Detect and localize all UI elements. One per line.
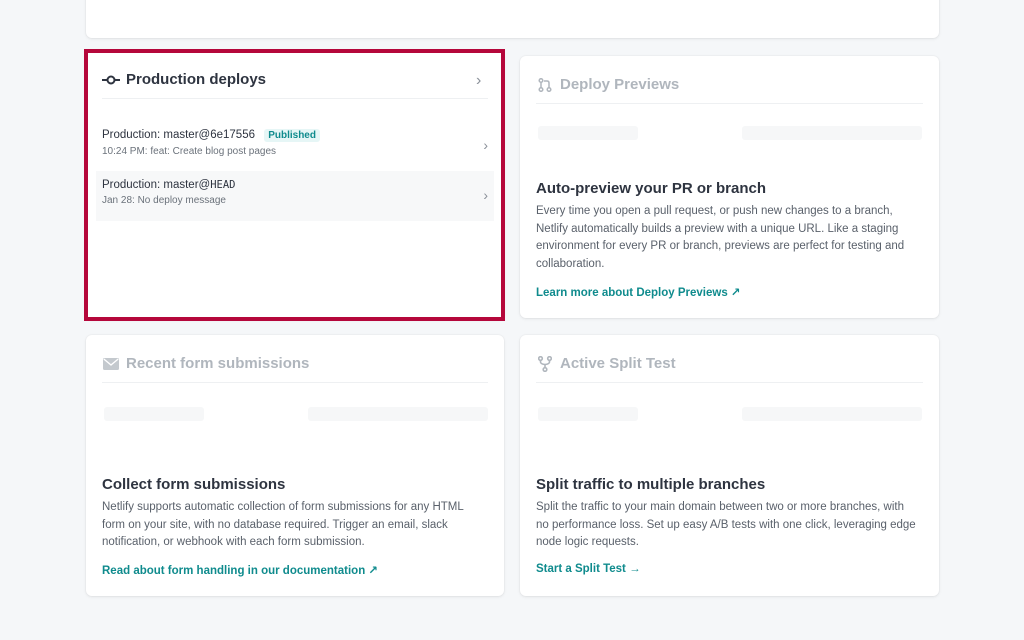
deploy-row[interactable]: Production: master@HEAD Jan 28: No deplo… [96,171,494,221]
split-test-card: Active Split Test Split traffic to multi… [520,335,939,596]
split-test-heading: Split traffic to multiple branches [536,476,766,493]
form-submissions-title: Recent form submissions [126,355,310,372]
top-card [86,0,939,38]
split-test-description: Split the traffic to your main domain be… [536,501,916,548]
skeleton-bar [538,407,638,421]
status-badge: Published [264,129,320,142]
form-handling-link[interactable]: Read about form handling in our document… [102,563,378,577]
form-submissions-description: Netlify supports automatic collection of… [102,501,464,548]
deploy-previews-header: Deploy Previews [536,74,923,104]
production-deploys-title: Production deploys [126,71,267,88]
deploy-label: Production: [102,129,161,141]
envelope-icon [102,356,120,372]
skeleton-bar [742,407,922,421]
deploy-ref-head: HEAD [210,179,236,191]
deploy-previews-heading: Auto-preview your PR or branch [536,180,767,197]
deploy-row[interactable]: Production: master@6e17556 Published 10:… [96,121,494,171]
deploy-ref: master@6e17556 [163,129,255,141]
form-submissions-card: Recent form submissions Collect form sub… [86,335,504,596]
split-test-title: Active Split Test [560,355,676,372]
production-deploys-header[interactable]: Production deploys › [102,69,488,99]
deploy-ref: master@ [163,179,211,191]
skeleton-bar [308,407,488,421]
pull-request-icon [536,77,554,93]
form-submissions-header: Recent form submissions [102,353,488,383]
skeleton-bar [104,407,204,421]
production-deploys-card: Production deploys › Production: master@… [86,51,504,319]
form-submissions-heading: Collect form submissions [102,476,286,493]
split-test-header: Active Split Test [536,353,923,383]
start-split-test-link[interactable]: Start a Split Test → [536,563,641,575]
deploy-previews-link[interactable]: Learn more about Deploy Previews ↗ [536,285,741,299]
chevron-right-icon: › [483,187,488,203]
commit-icon [102,72,120,88]
split-branch-icon [536,355,554,372]
skeleton-bar [742,126,922,140]
deploy-meta: Jan 28: No deploy message [102,195,226,206]
deploy-previews-description: Every time you open a pull request, or p… [536,205,905,270]
skeleton-bar [538,126,638,140]
deploy-meta: 10:24 PM: feat: Create blog post pages [102,146,276,157]
chevron-right-icon[interactable]: › [476,73,488,89]
deploy-label: Production: [102,179,161,191]
deploy-previews-title: Deploy Previews [560,76,680,93]
deploy-previews-card: Deploy Previews Auto-preview your PR or … [520,56,939,318]
chevron-right-icon: › [483,137,488,153]
